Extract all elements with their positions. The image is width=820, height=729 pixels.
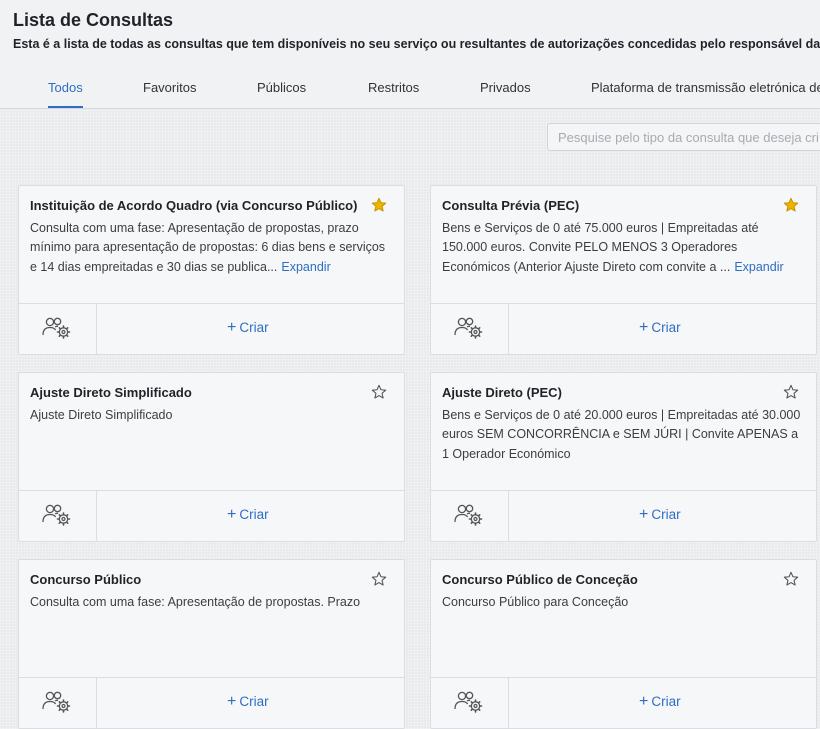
card-description-text: Bens e Serviços de 0 até 75.000 euros | … (442, 221, 759, 274)
consultation-card: Ajuste Direto Simplificado Ajuste Direto … (18, 372, 405, 542)
card-description: Consulta com uma fase: Apresentação de p… (30, 593, 390, 612)
create-label: Criar (651, 320, 681, 335)
users-gear-icon[interactable] (41, 316, 73, 340)
create-label: Criar (651, 694, 681, 709)
plus-icon: + (639, 506, 649, 523)
users-gear-icon[interactable] (453, 316, 485, 340)
users-gear-icon[interactable] (453, 690, 485, 714)
create-label: Criar (651, 507, 681, 522)
card-description-text: Ajuste Direto Simplificado (30, 408, 173, 422)
star-filled-icon[interactable] (783, 197, 799, 213)
footer-divider (508, 678, 509, 728)
consultation-card: Ajuste Direto (PEC) Bens e Serviços de 0 … (430, 372, 817, 542)
plus-icon: + (227, 693, 237, 710)
footer-divider (508, 304, 509, 354)
tab-favoritos[interactable]: Favoritos (143, 76, 196, 106)
tab-restritos[interactable]: Restritos (368, 76, 419, 106)
star-outline-icon[interactable] (371, 384, 387, 400)
card-description: Bens e Serviços de 0 até 75.000 euros | … (442, 219, 802, 277)
plus-icon: + (639, 319, 649, 336)
create-button[interactable]: + Criar (227, 693, 269, 711)
consultation-card: Consulta Prévia (PEC) Bens e Serviços de … (430, 185, 817, 355)
create-button[interactable]: + Criar (639, 319, 681, 337)
card-title: Instituição de Acordo Quadro (via Concur… (30, 198, 358, 213)
card-description: Bens e Serviços de 0 até 20.000 euros | … (442, 406, 802, 464)
users-gear-icon[interactable] (453, 503, 485, 527)
card-footer: + Criar (431, 303, 816, 354)
card-description: Consulta com uma fase: Apresentação de p… (30, 219, 390, 277)
footer-divider (96, 678, 97, 728)
users-gear-icon[interactable] (41, 690, 73, 714)
card-description-text: Concurso Público para Conceção (442, 595, 629, 609)
plus-icon: + (639, 693, 649, 710)
card-footer: + Criar (431, 677, 816, 728)
footer-divider (96, 304, 97, 354)
tab-plataforma-transmissao[interactable]: Plataforma de transmissão eletrónica de (591, 76, 820, 106)
star-filled-icon[interactable] (371, 197, 387, 213)
card-description: Ajuste Direto Simplificado (30, 406, 390, 425)
create-button[interactable]: + Criar (639, 693, 681, 711)
create-button[interactable]: + Criar (639, 506, 681, 524)
create-label: Criar (239, 320, 269, 335)
consultation-card: Instituição de Acordo Quadro (via Concur… (18, 185, 405, 355)
tab-privados[interactable]: Privados (480, 76, 531, 106)
page-header: Lista de Consultas Esta é a lista de tod… (0, 0, 820, 109)
create-button[interactable]: + Criar (227, 319, 269, 337)
tab-publicos[interactable]: Públicos (257, 76, 306, 106)
card-description-text: Bens e Serviços de 0 até 20.000 euros | … (442, 408, 801, 461)
card-footer: + Criar (19, 490, 404, 541)
star-outline-icon[interactable] (371, 571, 387, 587)
plus-icon: + (227, 506, 237, 523)
expand-link[interactable]: Expandir (734, 260, 783, 274)
page-title: Lista de Consultas (13, 10, 174, 30)
tab-bar: Todos Favoritos Públicos Restritos Priva… (0, 76, 820, 109)
card-title: Concurso Público de Conceção (442, 572, 638, 587)
footer-divider (96, 491, 97, 541)
page-subtitle: Esta é a lista de todas as consultas que… (13, 37, 820, 51)
card-footer: + Criar (19, 677, 404, 728)
card-title: Ajuste Direto Simplificado (30, 385, 192, 400)
create-button[interactable]: + Criar (227, 506, 269, 524)
star-outline-icon[interactable] (783, 571, 799, 587)
expand-link[interactable]: Expandir (281, 260, 330, 274)
create-label: Criar (239, 507, 269, 522)
footer-divider (508, 491, 509, 541)
users-gear-icon[interactable] (41, 503, 73, 527)
card-footer: + Criar (19, 303, 404, 354)
star-outline-icon[interactable] (783, 384, 799, 400)
consultation-card: Concurso Público Consulta com uma fase: A… (18, 559, 405, 729)
card-title: Consulta Prévia (PEC) (442, 198, 580, 213)
search-input[interactable] (547, 123, 820, 151)
create-label: Criar (239, 694, 269, 709)
card-title: Concurso Público (30, 572, 142, 587)
card-footer: + Criar (431, 490, 816, 541)
tab-todos[interactable]: Todos (48, 76, 83, 108)
card-title: Ajuste Direto (PEC) (442, 385, 562, 400)
card-description-text: Consulta com uma fase: Apresentação de p… (30, 221, 386, 274)
card-description-text: Consulta com uma fase: Apresentação de p… (30, 595, 361, 609)
card-description: Concurso Público para Conceção (442, 593, 802, 612)
plus-icon: + (227, 319, 237, 336)
consultation-card: Concurso Público de Conceção Concurso Púb… (430, 559, 817, 729)
